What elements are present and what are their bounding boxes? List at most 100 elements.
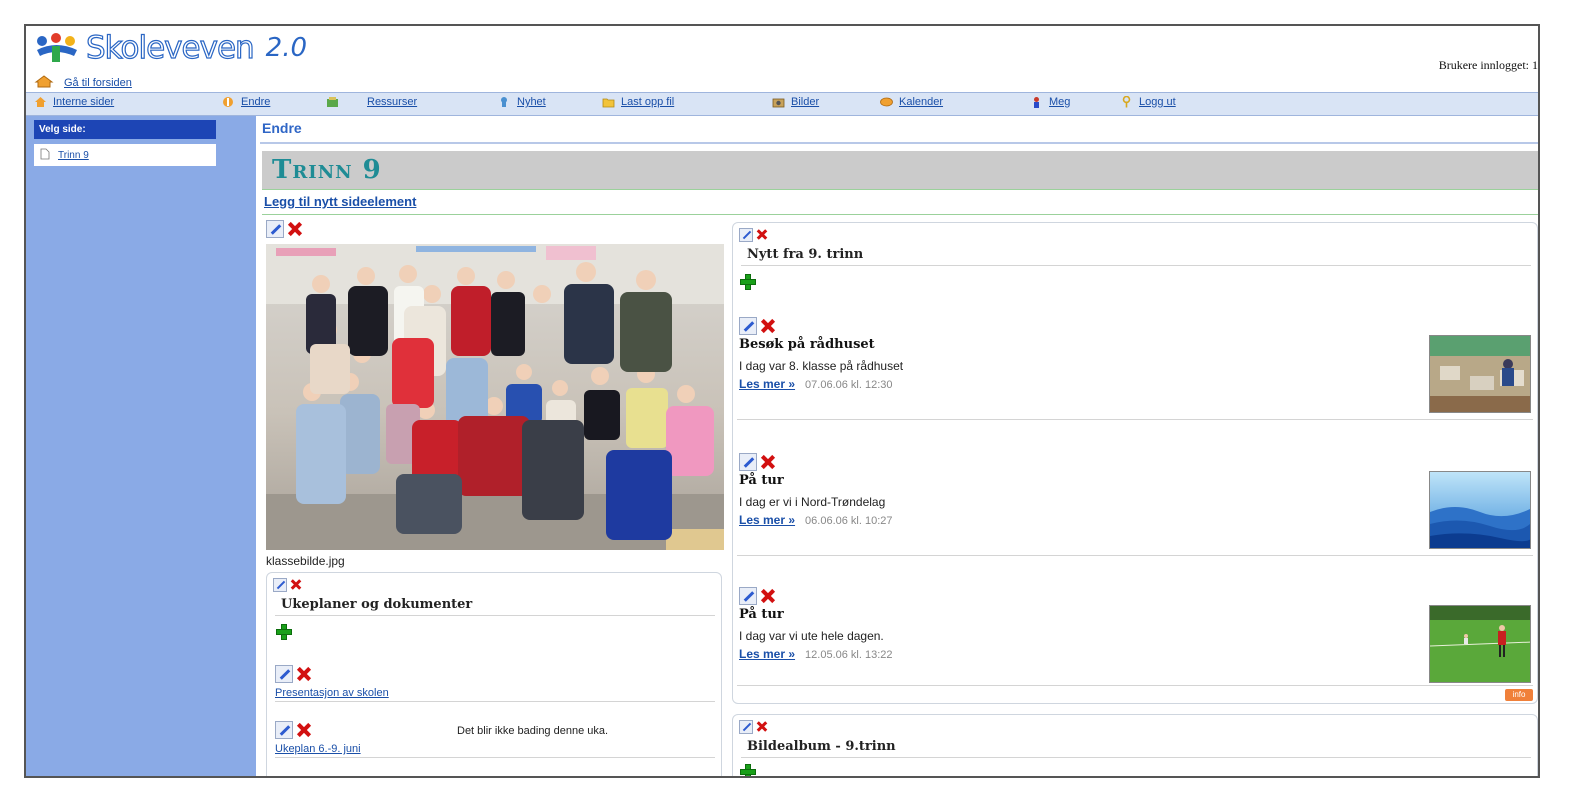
- read-more-link[interactable]: Les mer »: [739, 647, 795, 661]
- calendar-icon: [880, 96, 893, 108]
- delete-icon[interactable]: [759, 587, 777, 605]
- delete-icon[interactable]: [755, 228, 769, 242]
- panel-controls: [739, 227, 769, 242]
- logged-in-users: Brukere innlogget: 1: [1438, 58, 1538, 72]
- breadcrumb: Endre: [262, 120, 302, 136]
- edit-icon: [222, 96, 235, 108]
- nav-item-label[interactable]: Nyhet: [517, 96, 546, 108]
- nav-item-label[interactable]: Endre: [241, 96, 270, 108]
- divider: [741, 757, 1531, 758]
- plus-icon: [739, 273, 757, 291]
- news-item-controls: [739, 587, 777, 605]
- photo-controls: [266, 220, 304, 238]
- camera-icon: [772, 96, 785, 108]
- nav-item-interne-sider[interactable]: Interne sider: [34, 96, 114, 108]
- divider: [275, 615, 715, 616]
- sidebar-item-trinn-9[interactable]: Trinn 9: [34, 144, 216, 166]
- edit-icon[interactable]: [739, 587, 757, 605]
- delete-icon[interactable]: [286, 220, 304, 238]
- document-controls: [275, 721, 313, 739]
- edit-icon[interactable]: [739, 453, 757, 471]
- nav-item-last-opp-fil[interactable]: Last opp fil: [602, 96, 674, 108]
- news-item-meta: Les mer » 12.05.06 kl. 13:22: [739, 647, 893, 661]
- add-album-button[interactable]: [739, 763, 757, 776]
- nav-item-label[interactable]: Bilder: [791, 96, 819, 108]
- nav-item-endre[interactable]: Endre: [222, 96, 270, 108]
- folder-icon: [602, 96, 615, 108]
- nav-item-logg-ut[interactable]: Logg ut: [1120, 95, 1176, 108]
- nav-item-label[interactable]: Logg ut: [1139, 96, 1176, 108]
- edit-icon[interactable]: [739, 227, 753, 242]
- news-item-title: På tur: [739, 473, 784, 488]
- sidebar: Velg side: Trinn 9: [26, 116, 256, 776]
- delete-icon[interactable]: [759, 317, 777, 335]
- logo-version: 2.0: [265, 33, 308, 63]
- home-link[interactable]: Gå til forsiden: [64, 77, 132, 89]
- divider: [737, 685, 1533, 686]
- nav-item-label[interactable]: Meg: [1049, 96, 1070, 108]
- edit-icon[interactable]: [739, 719, 753, 734]
- plus-icon: [739, 763, 757, 776]
- divider: [275, 757, 715, 758]
- news-item-text: I dag var vi ute hele dagen.: [739, 629, 884, 643]
- info-badge[interactable]: info: [1505, 689, 1533, 701]
- home-icon: [34, 74, 54, 91]
- sidebar-item-label[interactable]: Trinn 9: [58, 150, 89, 161]
- documents-title: Ukeplaner og dokumenter: [281, 597, 473, 612]
- news-item-date: 12.05.06 kl. 13:22: [805, 649, 893, 661]
- panel-controls: [739, 719, 769, 734]
- edit-icon[interactable]: [275, 721, 293, 739]
- panel-controls: [273, 577, 303, 592]
- news-thumbnail-classroom[interactable]: [1429, 335, 1531, 413]
- news-panel: Nytt fra 9. trinn Besøk på rådhuset I da…: [732, 222, 1538, 704]
- divider: [737, 419, 1533, 420]
- delete-icon[interactable]: [289, 578, 303, 592]
- nav-item-kalender[interactable]: Kalender: [880, 96, 943, 108]
- document-link[interactable]: Presentasjon av skolen: [275, 687, 389, 699]
- add-document-button[interactable]: [275, 623, 293, 644]
- edit-icon[interactable]: [266, 220, 284, 238]
- nav-item-nyhet[interactable]: Nyhet: [498, 96, 546, 108]
- delete-icon[interactable]: [759, 453, 777, 471]
- add-page-element-link[interactable]: Legg til nytt sideelement: [264, 194, 416, 209]
- add-news-button[interactable]: [739, 273, 757, 294]
- delete-icon[interactable]: [295, 721, 313, 739]
- page-title-bar: Trinn 9: [262, 151, 1538, 190]
- edit-icon[interactable]: [275, 665, 293, 683]
- plus-icon: [275, 623, 293, 641]
- document-link[interactable]: Ukeplan 6.-9. juni: [275, 743, 361, 755]
- page-title: Trinn 9: [272, 155, 382, 185]
- nav-item-ressurser[interactable]: Ressurser: [326, 96, 417, 108]
- top-nav-bar: Interne sider Endre Ressurser Nyhet Last…: [26, 92, 1538, 116]
- nav-item-label[interactable]: Ressurser: [367, 96, 417, 108]
- nav-item-label[interactable]: Interne sider: [53, 96, 114, 108]
- divider: [262, 214, 1538, 215]
- logo-mark-icon: [34, 32, 80, 64]
- news-title: Nytt fra 9. trinn: [747, 247, 864, 262]
- key-icon: [1120, 95, 1133, 108]
- class-photo: [266, 244, 724, 550]
- nav-item-bilder[interactable]: Bilder: [772, 96, 819, 108]
- news-icon: [498, 96, 511, 108]
- news-item-meta: Les mer » 07.06.06 kl. 12:30: [739, 377, 893, 391]
- nav-item-label[interactable]: Last opp fil: [621, 96, 674, 108]
- news-item-text: I dag er vi i Nord-Trøndelag: [739, 495, 886, 509]
- read-more-link[interactable]: Les mer »: [739, 377, 795, 391]
- news-thumbnail-mountains[interactable]: [1429, 471, 1531, 549]
- news-item-text: I dag var 8. klasse på rådhuset: [739, 359, 904, 373]
- photo-caption: klassebilde.jpg: [266, 554, 345, 568]
- news-item-controls: [739, 317, 777, 335]
- delete-icon[interactable]: [295, 665, 313, 683]
- logo-text: Skoleveven: [85, 29, 255, 66]
- site-logo[interactable]: Skoleveven 2.0: [34, 28, 307, 68]
- edit-icon[interactable]: [273, 577, 287, 592]
- news-thumbnail-field[interactable]: [1429, 605, 1531, 683]
- nav-item-meg[interactable]: Meg: [1030, 96, 1070, 108]
- read-more-link[interactable]: Les mer »: [739, 513, 795, 527]
- document-controls: [275, 665, 313, 683]
- page-icon: [40, 148, 50, 163]
- news-item-date: 07.06.06 kl. 12:30: [805, 379, 893, 391]
- edit-icon[interactable]: [739, 317, 757, 335]
- delete-icon[interactable]: [755, 720, 769, 734]
- nav-item-label[interactable]: Kalender: [899, 96, 943, 108]
